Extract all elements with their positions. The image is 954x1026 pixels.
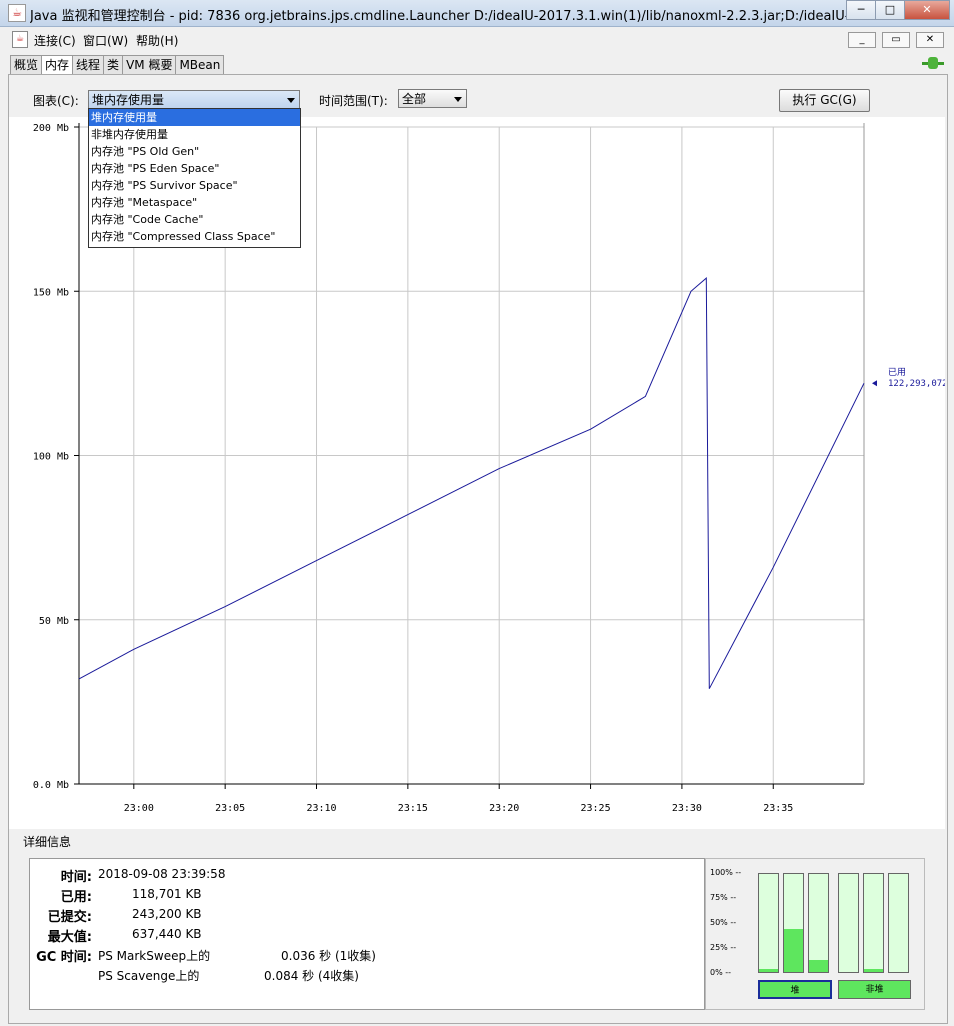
detail-key-used: 已用: xyxy=(60,890,92,905)
gc-collector-marksweep: PS MarkSweep上的 xyxy=(98,949,211,963)
time-range-value: 全部 xyxy=(402,92,427,106)
time-range-label: 时间范围(T): xyxy=(319,94,388,108)
current-series-label: 已用 xyxy=(888,367,906,378)
menu-help[interactable]: 帮助(H) xyxy=(136,32,178,49)
x-tick-label: 23:15 xyxy=(398,803,428,814)
gauge-tick-100: 100% -- xyxy=(710,868,742,877)
gauge-tick-50: 50% -- xyxy=(710,918,737,927)
frame-restore-button[interactable]: ▭ xyxy=(882,32,910,48)
current-value-label: 122,293,072 xyxy=(888,379,945,389)
x-tick-label: 23:00 xyxy=(124,803,154,814)
frame-minimize-button[interactable]: _ xyxy=(848,32,876,48)
chart-dropdown-list: 堆内存使用量 非堆内存使用量 内存池 "PS Old Gen" 内存池 "PS … xyxy=(88,108,301,248)
tab-threads[interactable]: 线程 xyxy=(72,55,105,74)
detail-value-max: 637,440 KB xyxy=(132,927,202,941)
heap-gauge-label[interactable]: 堆 xyxy=(758,980,832,999)
nonheap-pool-bar-metaspace[interactable] xyxy=(838,873,859,973)
tab-vm-summary[interactable]: VM 概要 xyxy=(122,55,177,74)
detail-value-time: 2018-09-08 23:39:58 xyxy=(98,867,226,881)
menu-connection[interactable]: 连接(C) xyxy=(34,32,76,49)
dropdown-option-old-gen[interactable]: 内存池 "PS Old Gen" xyxy=(89,143,300,160)
dropdown-option-eden[interactable]: 内存池 "PS Eden Space" xyxy=(89,160,300,177)
menu-bar: ☕ 连接(C) 窗口(W) 帮助(H) _ ▭ ✕ xyxy=(6,30,950,50)
detail-value-committed: 243,200 KB xyxy=(132,907,202,921)
heap-pool-bar-old-gen[interactable] xyxy=(808,873,829,973)
detail-key-committed: 已提交: xyxy=(47,910,92,925)
x-tick-label: 23:35 xyxy=(763,803,793,814)
memory-panel: 图表(C): 堆内存使用量 时间范围(T): 全部 执行 GC(G) 0.0 M… xyxy=(8,74,948,1024)
detail-value-used: 118,701 KB xyxy=(132,887,202,901)
dropdown-option-nonheap[interactable]: 非堆内存使用量 xyxy=(89,126,300,143)
nonheap-gauge-label[interactable]: 非堆 xyxy=(838,980,911,999)
dropdown-option-heap[interactable]: 堆内存使用量 xyxy=(89,109,300,126)
y-tick-label: 150 Mb xyxy=(33,287,69,298)
java-app-icon: ☕ xyxy=(8,4,26,22)
heap-pool-bar-survivor[interactable] xyxy=(783,873,804,973)
menu-window[interactable]: 窗口(W) xyxy=(83,32,128,49)
y-tick-label: 200 Mb xyxy=(33,123,69,134)
details-box: 时间: 2018-09-08 23:39:58 已用: 118,701 KB 已… xyxy=(29,858,705,1010)
window-titlebar: ☕ Java 监视和管理控制台 - pid: 7836 org.jetbrain… xyxy=(0,0,954,27)
nonheap-pool-bar-code-cache[interactable] xyxy=(863,873,884,973)
document-icon: ☕ xyxy=(12,31,28,48)
dropdown-option-compressed-class[interactable]: 内存池 "Compressed Class Space" xyxy=(89,228,300,245)
tab-mbean[interactable]: MBean xyxy=(175,55,225,74)
tab-overview[interactable]: 概览 xyxy=(10,55,43,74)
nonheap-pool-bar-compressed-class[interactable] xyxy=(888,873,909,973)
dropdown-option-code-cache[interactable]: 内存池 "Code Cache" xyxy=(89,211,300,228)
memory-pool-gauges: 100% -- 75% -- 50% -- 25% -- 0% -- 堆 非堆 xyxy=(705,858,925,1010)
detail-key-max: 最大值: xyxy=(47,930,92,945)
gauge-tick-25: 25% -- xyxy=(710,943,737,952)
chart-label: 图表(C): xyxy=(33,94,79,108)
x-tick-label: 23:30 xyxy=(672,803,702,814)
maximize-button[interactable]: □ xyxy=(875,0,905,20)
frame-close-button[interactable]: ✕ xyxy=(916,32,944,48)
gc-time-scavenge: 0.084 秒 (4收集) xyxy=(264,969,359,983)
details-title: 详细信息 xyxy=(23,835,72,849)
internal-frame-controls: _ ▭ ✕ xyxy=(842,32,944,48)
x-tick-label: 23:20 xyxy=(489,803,519,814)
window-title: Java 监视和管理控制台 - pid: 7836 org.jetbrains.… xyxy=(30,9,850,24)
tab-strip: 概览 内存 线程 类 VM 概要 MBean xyxy=(10,55,225,75)
gauge-tick-75: 75% -- xyxy=(710,893,737,902)
detail-key-time: 时间: xyxy=(60,870,92,885)
close-button[interactable]: ✕ xyxy=(904,0,950,20)
perform-gc-button[interactable]: 执行 GC(G) xyxy=(779,89,870,112)
minimize-button[interactable]: ─ xyxy=(846,0,876,20)
gc-time-marksweep: 0.036 秒 (1收集) xyxy=(281,949,376,963)
y-tick-label: 100 Mb xyxy=(33,452,69,463)
tab-classes[interactable]: 类 xyxy=(103,55,124,74)
x-tick-label: 23:10 xyxy=(306,803,336,814)
x-tick-label: 23:25 xyxy=(581,803,611,814)
tab-memory[interactable]: 内存 xyxy=(41,55,74,75)
gc-collector-scavenge: PS Scavenge上的 xyxy=(98,969,200,983)
current-value-marker xyxy=(872,380,877,387)
connection-status-icon xyxy=(922,57,944,69)
time-range-select[interactable]: 全部 xyxy=(398,89,467,108)
detail-key-gc-time: GC 时间: xyxy=(36,950,92,965)
dropdown-option-survivor[interactable]: 内存池 "PS Survivor Space" xyxy=(89,177,300,194)
window-controls: ─ □ ✕ xyxy=(846,0,950,20)
chart-select[interactable]: 堆内存使用量 xyxy=(88,90,300,109)
heap-pool-bar-eden[interactable] xyxy=(758,873,779,973)
chart-select-value: 堆内存使用量 xyxy=(92,93,165,107)
chevron-down-icon xyxy=(454,97,462,102)
chevron-down-icon xyxy=(287,98,295,103)
y-tick-label: 50 Mb xyxy=(39,616,69,627)
dropdown-option-metaspace[interactable]: 内存池 "Metaspace" xyxy=(89,194,300,211)
gauge-tick-0: 0% -- xyxy=(710,968,732,977)
y-tick-label: 0.0 Mb xyxy=(33,780,69,791)
x-tick-label: 23:05 xyxy=(215,803,245,814)
